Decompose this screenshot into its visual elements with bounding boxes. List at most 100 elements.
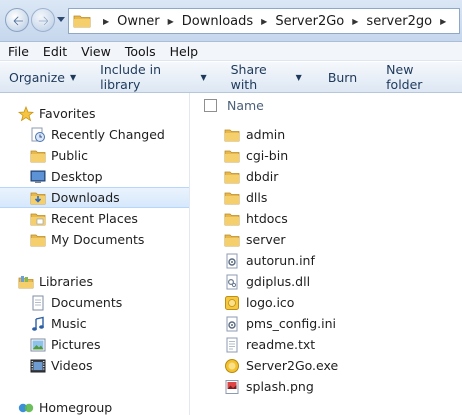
back-button[interactable] bbox=[5, 8, 29, 32]
include-in-library-button[interactable]: Include in library ▼ bbox=[100, 62, 206, 92]
nav-music[interactable]: Music bbox=[0, 313, 189, 334]
file-row[interactable]: readme.txt bbox=[224, 334, 454, 355]
recently-changed-icon bbox=[31, 127, 45, 142]
file-name: admin bbox=[246, 127, 286, 142]
chevron-right-icon[interactable]: ▶ bbox=[352, 17, 358, 26]
nav-homegroup[interactable]: Homegroup bbox=[0, 397, 189, 415]
file-row[interactable]: cgi-bin bbox=[224, 145, 454, 166]
homegroup-icon bbox=[18, 403, 34, 412]
menu-tools[interactable]: Tools bbox=[125, 44, 156, 59]
chevron-right-icon[interactable]: ▶ bbox=[168, 17, 174, 26]
menu-file[interactable]: File bbox=[8, 44, 29, 59]
file-row[interactable]: splash.png bbox=[224, 376, 454, 397]
nav-libraries-label: Libraries bbox=[39, 274, 93, 289]
recent-places-icon bbox=[30, 213, 46, 225]
pictures-icon bbox=[30, 338, 46, 351]
folder-icon bbox=[224, 150, 240, 162]
breadcrumb-server2go-sub[interactable]: server2go bbox=[366, 14, 432, 29]
select-all-checkbox[interactable] bbox=[204, 98, 217, 112]
exe-file-icon bbox=[225, 358, 239, 373]
breadcrumb[interactable]: ▶ Owner ▶ Downloads ▶ Server2Go ▶ server… bbox=[68, 8, 460, 34]
chevron-right-icon[interactable]: ▶ bbox=[261, 17, 267, 26]
file-row[interactable]: server bbox=[224, 229, 454, 250]
folder-icon bbox=[224, 192, 240, 204]
file-name: server bbox=[246, 232, 286, 247]
nav-music-label: Music bbox=[51, 316, 87, 331]
column-header-name[interactable]: Name bbox=[227, 98, 264, 113]
menu-edit[interactable]: Edit bbox=[43, 44, 67, 59]
file-row[interactable]: pms_config.ini bbox=[224, 313, 454, 334]
star-icon bbox=[18, 105, 34, 121]
address-bar: ▶ Owner ▶ Downloads ▶ Server2Go ▶ server… bbox=[0, 0, 462, 42]
file-row[interactable]: Server2Go.exe bbox=[224, 355, 454, 376]
nav-favorites[interactable]: Favorites bbox=[0, 103, 189, 124]
nav-public[interactable]: Public bbox=[0, 145, 189, 166]
folder-icon bbox=[30, 150, 46, 162]
nav-public-label: Public bbox=[51, 148, 88, 163]
settings-file-icon bbox=[226, 253, 238, 268]
back-arrow-icon bbox=[12, 15, 25, 27]
file-row[interactable]: admin bbox=[224, 124, 454, 145]
file-name: htdocs bbox=[246, 211, 288, 226]
new-folder-button[interactable]: New folder bbox=[386, 62, 448, 92]
chevron-right-icon[interactable]: ▶ bbox=[440, 17, 446, 26]
breadcrumb-downloads[interactable]: Downloads bbox=[182, 14, 253, 29]
forward-arrow-icon bbox=[37, 15, 50, 27]
forward-button[interactable] bbox=[31, 8, 55, 32]
file-name: pms_config.ini bbox=[246, 316, 336, 331]
nav-libraries[interactable]: Libraries bbox=[0, 271, 189, 292]
organize-label: Organize bbox=[9, 69, 65, 85]
image-file-icon bbox=[225, 379, 239, 394]
file-name: autorun.inf bbox=[246, 253, 315, 268]
menu-view[interactable]: View bbox=[81, 44, 111, 59]
documents-icon bbox=[32, 295, 44, 310]
nav-desktop[interactable]: Desktop bbox=[0, 166, 189, 187]
file-name: Server2Go.exe bbox=[246, 358, 339, 373]
share-with-button[interactable]: Share with ▼ bbox=[231, 62, 302, 92]
file-name: gdiplus.dll bbox=[246, 274, 311, 289]
downloads-folder-icon bbox=[30, 192, 46, 204]
nav-documents[interactable]: Documents bbox=[0, 292, 189, 313]
chevron-down-icon: ▼ bbox=[200, 72, 207, 82]
file-row[interactable]: gdiplus.dll bbox=[224, 271, 454, 292]
command-bar: Organize ▼ Include in library ▼ Share wi… bbox=[0, 62, 462, 93]
file-row[interactable]: htdocs bbox=[224, 208, 454, 229]
folder-icon bbox=[224, 129, 240, 141]
menu-help[interactable]: Help bbox=[170, 44, 199, 59]
nav-my-documents[interactable]: My Documents bbox=[0, 229, 189, 250]
organize-button[interactable]: Organize ▼ bbox=[9, 70, 76, 85]
videos-icon bbox=[30, 359, 46, 372]
file-row[interactable]: logo.ico bbox=[224, 292, 454, 313]
folder-icon bbox=[224, 171, 240, 183]
breadcrumb-server2go[interactable]: Server2Go bbox=[275, 14, 344, 29]
file-name: dlls bbox=[246, 190, 268, 205]
nav-downloads-label: Downloads bbox=[51, 190, 120, 205]
navigation-pane: Favorites Recently Changed Public Deskto… bbox=[0, 93, 190, 415]
nav-recent-places-label: Recent Places bbox=[51, 211, 138, 226]
new-folder-label: New folder bbox=[386, 62, 423, 92]
file-list: Name admin cgi-bin dbdir dlls htdocs ser… bbox=[191, 93, 462, 415]
music-icon bbox=[32, 316, 44, 331]
nav-recent-places[interactable]: Recent Places bbox=[0, 208, 189, 229]
folder-icon bbox=[224, 234, 240, 246]
chevron-down-icon: ▼ bbox=[295, 72, 302, 82]
burn-button[interactable]: Burn bbox=[328, 70, 357, 85]
breadcrumb-owner[interactable]: Owner bbox=[117, 14, 159, 29]
file-name: cgi-bin bbox=[246, 148, 289, 163]
recent-pages-dropdown-icon[interactable] bbox=[57, 17, 65, 23]
nav-pictures[interactable]: Pictures bbox=[0, 334, 189, 355]
nav-videos-label: Videos bbox=[51, 358, 93, 373]
dll-file-icon bbox=[226, 274, 238, 289]
file-name: logo.ico bbox=[246, 295, 295, 310]
nav-videos[interactable]: Videos bbox=[0, 355, 189, 376]
nav-downloads[interactable]: Downloads bbox=[0, 187, 189, 208]
nav-my-documents-label: My Documents bbox=[51, 232, 145, 247]
chevron-right-icon[interactable]: ▶ bbox=[103, 17, 109, 26]
file-row[interactable]: autorun.inf bbox=[224, 250, 454, 271]
chevron-down-icon: ▼ bbox=[70, 72, 77, 82]
file-row[interactable]: dlls bbox=[224, 187, 454, 208]
nav-recently-changed[interactable]: Recently Changed bbox=[0, 124, 189, 145]
file-name: readme.txt bbox=[246, 337, 316, 352]
nav-favorites-label: Favorites bbox=[39, 106, 96, 121]
file-row[interactable]: dbdir bbox=[224, 166, 454, 187]
